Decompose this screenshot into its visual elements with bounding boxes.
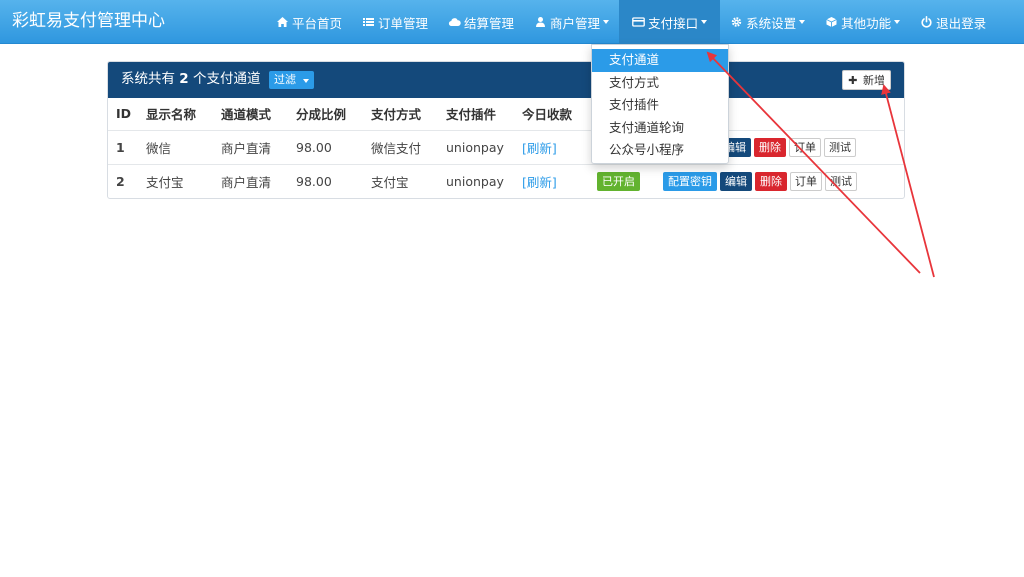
menu-item-payment-channel[interactable]: 支付通道 [592, 49, 728, 72]
panel-title-suffix: 个支付通道 [193, 71, 261, 87]
menu-item-payment-method[interactable]: 支付方式 [592, 72, 728, 95]
main-nav: 平台首页 订单管理 结算管理 商户管理 支付接口 系统设置 其他功能 退出登录 [266, 0, 996, 44]
delete-button[interactable]: 删除 [755, 171, 787, 191]
cell-name: 支付宝 [146, 163, 221, 198]
nav-home[interactable]: 平台首页 [266, 0, 352, 44]
filter-button[interactable]: 过滤 [269, 71, 314, 89]
chevron-down-icon [894, 20, 901, 24]
table-row: 1 微信 商户直清 98.00 微信支付 unionpay [刷新] 编辑 删除订… [108, 129, 904, 164]
cell-name: 微信 [146, 129, 221, 164]
cube-icon [825, 16, 838, 28]
nav-payment-interface[interactable]: 支付接口 [619, 0, 721, 44]
panel-heading: 系统共有 2 个支付通道 过滤 ✚ 新增 [108, 62, 904, 98]
nav-home-label: 平台首页 [292, 15, 343, 31]
panel-title: 系统共有 2 个支付通道 [121, 62, 261, 96]
refresh-link[interactable]: [刷新] [522, 141, 557, 156]
channel-panel: 系统共有 2 个支付通道 过滤 ✚ 新增 ID 显示名称 通道模式 分成比例 支… [107, 61, 905, 199]
nav-settlement-label: 结算管理 [464, 15, 515, 31]
header-name: 显示名称 [146, 107, 197, 123]
nav-other-functions-label: 其他功能 [841, 15, 892, 31]
header-mode: 通道模式 [221, 107, 272, 123]
orders-button[interactable]: 订单 [790, 171, 822, 191]
panel-title-prefix: 系统共有 [121, 71, 175, 87]
orders-button[interactable]: 订单 [789, 137, 821, 157]
chevron-down-icon [701, 20, 708, 24]
add-channel-button[interactable]: ✚ 新增 [842, 70, 891, 90]
header-type: 支付方式 [371, 107, 422, 123]
chevron-down-icon [603, 20, 610, 24]
list-icon [362, 16, 375, 28]
plus-icon: ✚ [848, 74, 858, 87]
cell-id: 2 [108, 163, 146, 198]
test-button[interactable]: 测试 [824, 137, 856, 157]
nav-orders-label: 订单管理 [378, 15, 429, 31]
home-icon [276, 16, 289, 28]
payment-interface-dropdown: 支付通道 支付方式 支付插件 支付通道轮询 公众号小程序 [591, 44, 729, 164]
menu-item-channel-polling[interactable]: 支付通道轮询 [592, 117, 728, 140]
cell-rate: 98.00 [296, 129, 371, 164]
refresh-link[interactable]: [刷新] [522, 175, 557, 190]
header-today: 今日收款 [522, 107, 573, 123]
nav-logout[interactable]: 退出登录 [910, 0, 996, 44]
header-rate: 分成比例 [296, 107, 347, 123]
menu-item-mini-program[interactable]: 公众号小程序 [592, 139, 728, 162]
nav-system-settings[interactable]: 系统设置 [720, 0, 815, 44]
cell-plugin: unionpay [446, 129, 522, 164]
brand-title[interactable]: 彩虹易支付管理中心 [12, 0, 165, 44]
table-row: 2 支付宝 商户直清 98.00 支付宝 unionpay [刷新] 已开启 配… [108, 163, 904, 198]
cell-today: [刷新] [522, 163, 597, 198]
test-button[interactable]: 测试 [825, 171, 857, 191]
user-icon [534, 16, 547, 28]
config-key-button[interactable]: 配置密钥 [663, 171, 717, 191]
nav-merchants[interactable]: 商户管理 [524, 0, 619, 44]
gear-icon [730, 16, 743, 28]
cell-type: 支付宝 [371, 163, 446, 198]
header-id: ID [116, 106, 132, 122]
top-navbar: 彩虹易支付管理中心 平台首页 订单管理 结算管理 商户管理 支付接口 系统设置 … [0, 0, 1024, 44]
power-icon [920, 16, 933, 28]
menu-item-payment-plugin[interactable]: 支付插件 [592, 94, 728, 117]
header-plugin: 支付插件 [446, 107, 497, 123]
row-id: 2 [116, 173, 125, 189]
nav-system-settings-label: 系统设置 [746, 15, 797, 31]
channel-count: 2 [179, 71, 189, 87]
cell-today: [刷新] [522, 129, 597, 164]
nav-merchants-label: 商户管理 [550, 15, 601, 31]
add-channel-label: 新增 [863, 74, 885, 87]
chevron-down-icon [799, 20, 806, 24]
cell-mode: 商户直清 [221, 129, 296, 164]
cell-status: 已开启 [597, 163, 663, 198]
cell-rate: 98.00 [296, 163, 371, 198]
filter-button-label: 过滤 [274, 73, 296, 86]
cloud-icon [448, 16, 461, 28]
nav-logout-label: 退出登录 [936, 15, 987, 31]
row-id: 1 [116, 139, 125, 155]
cell-actions: 配置密钥 编辑 删除 订单 测试 [663, 163, 904, 198]
cell-mode: 商户直清 [221, 163, 296, 198]
nav-payment-interface-label: 支付接口 [648, 15, 699, 31]
credit-card-icon [632, 16, 645, 28]
cell-type: 微信支付 [371, 129, 446, 164]
nav-other-functions[interactable]: 其他功能 [815, 0, 910, 44]
nav-settlement[interactable]: 结算管理 [438, 0, 524, 44]
edit-button[interactable]: 编辑 [720, 171, 752, 191]
chevron-down-icon [302, 79, 309, 83]
delete-button[interactable]: 删除 [754, 137, 786, 157]
table-header-row: ID 显示名称 通道模式 分成比例 支付方式 支付插件 今日收款 [108, 98, 904, 130]
nav-orders[interactable]: 订单管理 [352, 0, 438, 44]
status-badge[interactable]: 已开启 [597, 171, 640, 191]
cell-id: 1 [108, 129, 146, 164]
cell-plugin: unionpay [446, 163, 522, 198]
channel-table: ID 显示名称 通道模式 分成比例 支付方式 支付插件 今日收款 1 微信 商户… [108, 98, 904, 198]
